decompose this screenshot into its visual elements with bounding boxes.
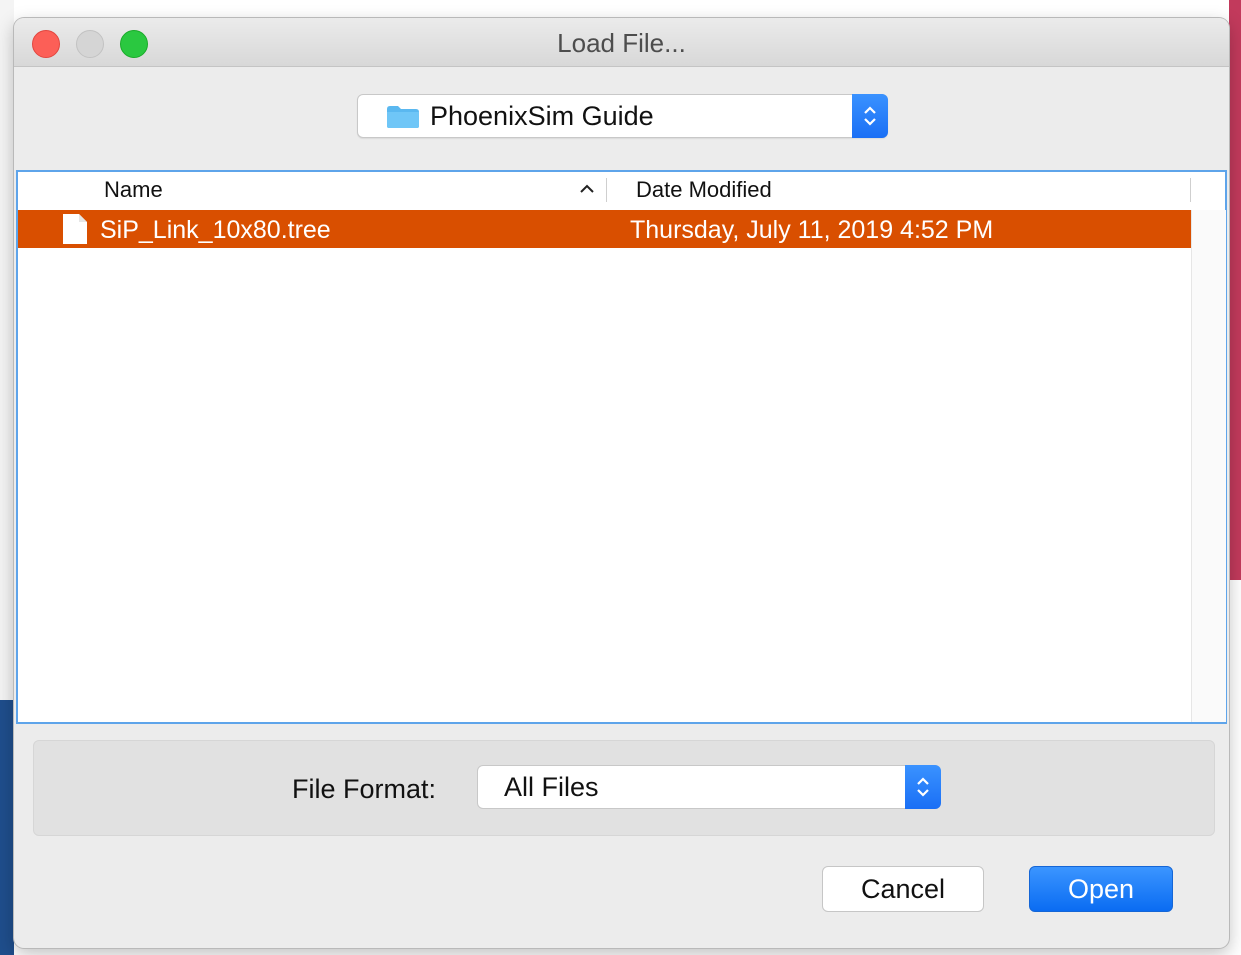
background-window-right [1229, 0, 1241, 955]
background-window-left [0, 0, 14, 955]
background-panel-blue [0, 700, 14, 955]
location-dropdown[interactable]: PhoenixSim Guide [357, 94, 888, 138]
column-divider[interactable] [1190, 178, 1191, 202]
column-divider[interactable] [606, 178, 607, 202]
file-name: SiP_Link_10x80.tree [100, 216, 331, 244]
background-panel-lower [1229, 580, 1241, 955]
background-window-top [14, 0, 1229, 18]
title-bar: Load File... [14, 18, 1229, 67]
background-panel [0, 0, 14, 700]
file-date-modified: Thursday, July 11, 2019 4:52 PM [630, 216, 994, 244]
file-format-dropdown[interactable]: All Files [477, 765, 941, 809]
file-format-label: File Format: [292, 774, 437, 804]
vertical-scrollbar[interactable] [1191, 210, 1226, 722]
column-header-name[interactable]: Name [104, 172, 163, 208]
cancel-button[interactable]: Cancel [822, 866, 984, 912]
load-file-dialog: Load File... PhoenixSim Guide Name Date … [14, 18, 1229, 948]
up-down-chevron-icon [864, 106, 876, 126]
open-button[interactable]: Open [1029, 866, 1173, 912]
column-header-date-modified[interactable]: Date Modified [636, 172, 772, 208]
location-folder-name: PhoenixSim Guide [430, 101, 654, 131]
sort-ascending-icon[interactable] [578, 180, 596, 198]
file-format-dropdown-arrows[interactable] [905, 765, 941, 809]
file-browser-table[interactable]: Name Date Modified SiP_Link_10x80.tree T… [16, 170, 1227, 724]
column-header-row: Name Date Modified [18, 172, 1225, 208]
location-dropdown-arrows[interactable] [852, 94, 888, 138]
up-down-chevron-icon [917, 777, 929, 797]
dialog-title: Load File... [557, 28, 686, 58]
document-icon [63, 214, 87, 244]
folder-icon [387, 106, 419, 128]
file-format-panel: File Format: All Files [33, 740, 1215, 836]
file-format-value: All Files [504, 772, 599, 802]
file-row-selected[interactable]: SiP_Link_10x80.tree Thursday, July 11, 2… [18, 210, 1191, 248]
